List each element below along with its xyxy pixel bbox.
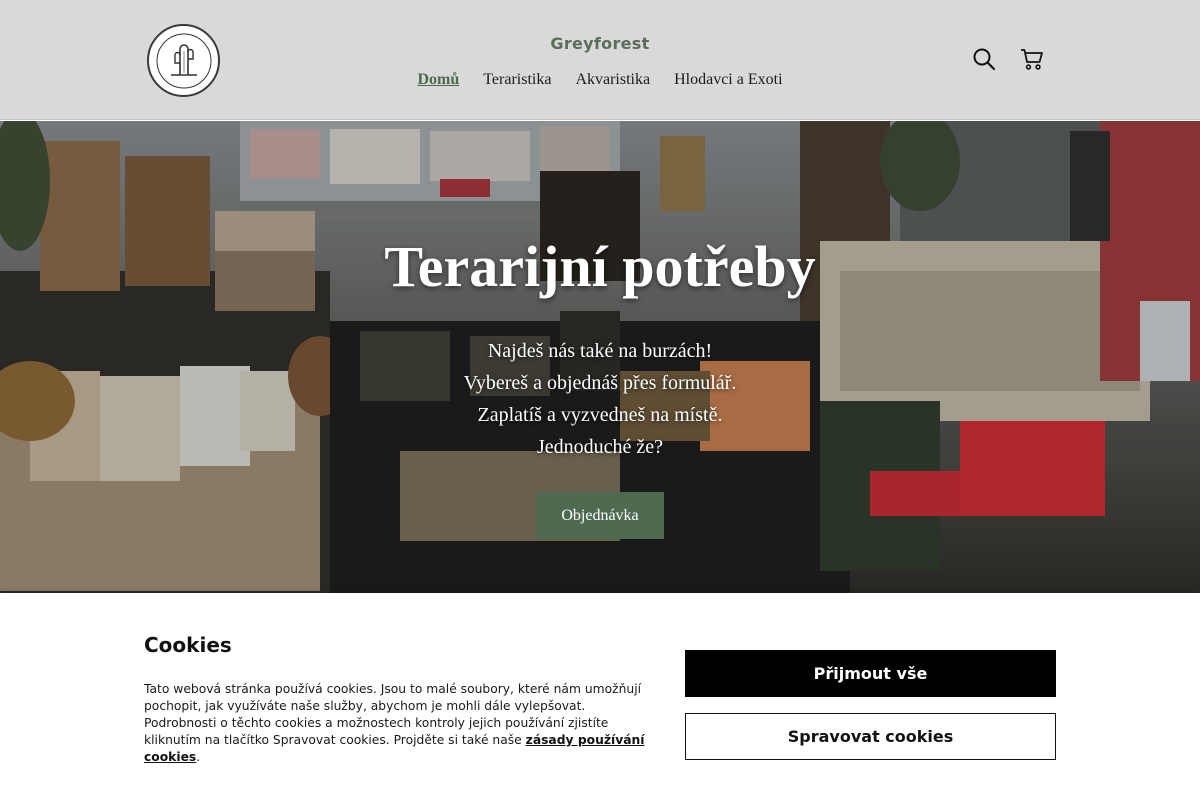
nav-item-teraristika[interactable]: Teraristika bbox=[483, 71, 551, 89]
hero-line: Zaplatíš a vyzvedneš na místě. bbox=[477, 404, 723, 426]
search-icon[interactable] bbox=[972, 47, 996, 71]
nav-item-domu[interactable]: Domů bbox=[417, 71, 459, 89]
main-nav: Domů Teraristika Akvaristika Hlodavci a … bbox=[0, 71, 1200, 89]
hero-title: Terarijní potřeby bbox=[384, 234, 816, 299]
order-button[interactable]: Objednávka bbox=[536, 492, 664, 539]
hero-line: Vybereš a objednáš přes formulář. bbox=[463, 372, 737, 394]
cookie-title: Cookies bbox=[144, 633, 232, 657]
hero-text: Najdeš nás také na burzách! Vybereš a ob… bbox=[0, 335, 1200, 463]
hero-line: Jednoduché že? bbox=[536, 436, 664, 458]
hero-line: Najdeš nás také na burzách! bbox=[487, 340, 713, 362]
manage-cookies-button[interactable]: Spravovat cookies bbox=[685, 713, 1056, 760]
accept-all-button[interactable]: Přijmout vše bbox=[685, 650, 1056, 697]
hero-banner: Terarijní potřeby Najdeš nás také na bur… bbox=[0, 121, 1200, 593]
nav-item-akvaristika[interactable]: Akvaristika bbox=[575, 71, 650, 89]
cookie-text-end: . bbox=[196, 750, 201, 764]
cookie-description: Tato webová stránka používá cookies. Jso… bbox=[144, 681, 659, 766]
cart-icon[interactable] bbox=[1020, 47, 1044, 71]
site-header: Greyforest Domů Teraristika Akvaristika … bbox=[0, 0, 1200, 120]
nav-item-hlodavci-a-exoti[interactable]: Hlodavci a Exoti bbox=[674, 71, 782, 89]
cookie-banner: Cookies Tato webová stránka používá cook… bbox=[0, 593, 1200, 800]
